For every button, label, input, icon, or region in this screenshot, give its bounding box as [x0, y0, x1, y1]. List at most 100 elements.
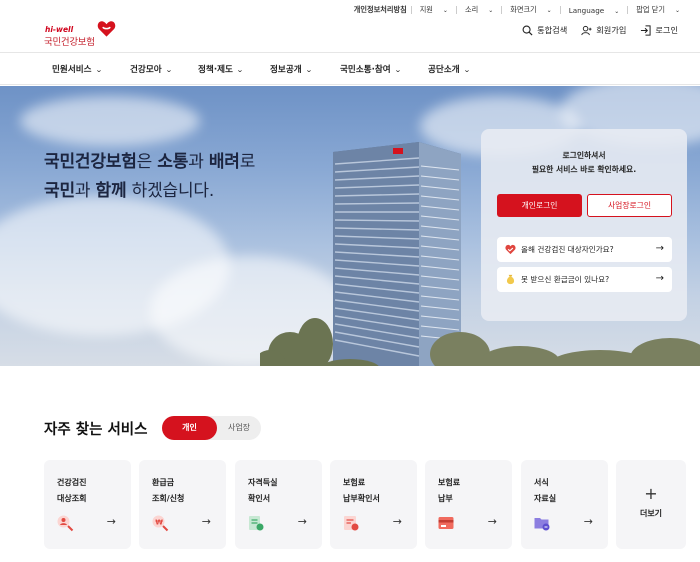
slogan-word: 과: [74, 181, 96, 201]
nav-policy[interactable]: 정책·제도 ⌄: [198, 63, 244, 75]
more-label: 더보기: [639, 509, 663, 518]
personal-login-button[interactable]: 개인로그인: [497, 194, 582, 217]
nav-disclosure[interactable]: 정보공개 ⌄: [270, 63, 312, 75]
sound-menu[interactable]: 소리 ⌄: [457, 5, 501, 15]
frequent-services-title: 자주 찾는 서비스: [44, 422, 148, 438]
service-card-refund[interactable]: 환급금 조회/신청 ₩ →: [139, 460, 226, 549]
service-card-payment[interactable]: 보험료 납부 →: [425, 460, 512, 549]
business-login-button[interactable]: 사업장로그인: [587, 194, 672, 217]
login-message: 로그인하셔서 필요한 서비스 바로 확인하세요.: [481, 149, 687, 177]
search-person-icon: [57, 515, 74, 532]
slogan-word: 함께: [95, 181, 127, 201]
coin-bag-icon: [506, 274, 515, 285]
support-menu[interactable]: 지원 ⌄: [412, 5, 456, 15]
user-add-icon: [581, 25, 592, 35]
privacy-policy-link[interactable]: 개인정보처리방침: [350, 5, 411, 15]
arrow-right-icon: →: [106, 515, 116, 528]
tab-personal[interactable]: 개인: [162, 416, 217, 440]
utility-bar: 개인정보처리방침 지원 ⌄ 소리 ⌄ 화면크기 ⌄ Language ⌄ 팝업 닫기 ⌄: [350, 3, 688, 17]
chevron-down-icon: ⌄: [304, 66, 313, 74]
slogan-line-2: 국민과 함께 하겠습니다.: [44, 177, 255, 206]
slogan-word: 국민건강보험: [44, 152, 137, 172]
slogan-word: 로: [239, 152, 256, 172]
join-label: 회원가입: [596, 25, 627, 35]
login-message-line-2: 필요한 서비스 바로 확인하세요.: [531, 165, 637, 174]
service-audience-toggle: 개인 사업장: [162, 416, 261, 440]
main-navigation: 민원서비스 ⌄ 건강모아 ⌄ 정책·제도 ⌄ 정보공개 ⌄ 국민소통·참여 ⌄ 공단소개 ⌄: [0, 52, 700, 85]
chevron-down-icon: ⌄: [674, 7, 680, 14]
hero-banner: 국민건강보험은 소통과 배려로 국민과 함께 하겠습니다. 로그인하셔서 필요한…: [0, 86, 700, 366]
support-label: 지원: [419, 5, 433, 14]
nhis-logo[interactable]: hi-well 국민건강보험: [44, 20, 116, 48]
chevron-down-icon: ⌄: [488, 7, 494, 14]
folder-icon: [534, 518, 550, 531]
certificate-icon: [249, 516, 264, 531]
logo-tagline: hi-well: [45, 25, 74, 34]
nav-civil-service[interactable]: 민원서비스 ⌄: [52, 63, 102, 75]
language-menu[interactable]: Language ⌄: [561, 6, 628, 15]
slogan-word: 배려: [208, 152, 240, 172]
font-size-menu[interactable]: 화면크기 ⌄: [502, 5, 559, 15]
slogan-word: 소통: [157, 152, 189, 172]
receipt-icon: [344, 516, 359, 531]
slogan-word: 과: [188, 152, 209, 172]
plus-icon: +: [644, 484, 658, 503]
unified-search-label: 통합검색: [537, 25, 568, 35]
join-button[interactable]: 회원가입: [581, 24, 626, 36]
login-icon: [641, 24, 651, 36]
health-checkup-eligibility-link[interactable]: 올해 건강검진 대상자인가요? →: [497, 237, 672, 262]
slogan-word: 하겠습니다.: [126, 181, 215, 201]
login-button[interactable]: 로그인: [640, 24, 678, 36]
nav-label: 공단소개: [428, 65, 460, 75]
logo-name: 국민건강보험: [44, 37, 95, 48]
service-card-payment-certificate[interactable]: 보험료 납부확인서 →: [330, 460, 417, 549]
arrow-right-icon: →: [655, 243, 664, 254]
chevron-down-icon: ⌄: [236, 66, 244, 74]
popup-close-button[interactable]: 팝업 닫기 ⌄: [628, 5, 688, 15]
arrow-right-icon: →: [392, 515, 402, 528]
service-card-label: 환급금 조회/신청: [152, 478, 185, 503]
hero-slogan: 국민건강보험은 소통과 배려로 국민과 함께 하겠습니다.: [44, 148, 255, 206]
heart-logo-icon: [97, 21, 116, 37]
service-card-label: 보험료 납부확인서: [343, 478, 380, 503]
svg-text:₩: ₩: [155, 519, 163, 527]
chevron-down-icon: ⌄: [462, 66, 471, 74]
login-label: 로그인: [655, 25, 678, 35]
arrow-right-icon: →: [487, 515, 497, 528]
service-card-qualification[interactable]: 자격득실 확인서 →: [235, 460, 322, 549]
nav-label: 정보공개: [270, 65, 302, 75]
service-card-label: 건강검진 대상조회: [57, 478, 87, 503]
refund-search-icon: ₩: [152, 515, 169, 532]
nav-about[interactable]: 공단소개 ⌄: [428, 63, 470, 75]
arrow-right-icon: →: [201, 515, 211, 528]
service-card-label: 보험료 납부: [438, 478, 461, 503]
heart-check-icon: [505, 244, 516, 255]
service-card-label: 자격득실 확인서: [248, 478, 278, 503]
slogan-word: 국민: [44, 181, 75, 201]
payment-icon: [438, 517, 454, 529]
header-actions: 통합검색 회원가입 로그인: [522, 24, 678, 36]
nav-participation[interactable]: 국민소통·참여 ⌄: [340, 63, 401, 75]
tab-business[interactable]: 사업장: [217, 416, 261, 440]
nav-label: 정책·제도: [198, 65, 233, 75]
login-message-line-1: 로그인하셔서: [562, 151, 606, 160]
chevron-down-icon: ⌄: [164, 66, 173, 74]
sound-label: 소리: [464, 5, 479, 14]
nav-label: 건강모아: [130, 65, 162, 75]
popup-close-label: 팝업 닫기: [636, 5, 665, 14]
chevron-down-icon: ⌄: [614, 7, 620, 15]
search-icon: [522, 25, 533, 36]
language-label: Language: [568, 5, 605, 15]
arrow-right-icon: →: [297, 515, 307, 528]
quick-link-label: 못 받으신 환급금이 있나요?: [521, 275, 610, 284]
service-card-checkup[interactable]: 건강검진 대상조회 →: [44, 460, 131, 549]
nav-health-moa[interactable]: 건강모아 ⌄: [130, 63, 172, 75]
more-services-button[interactable]: + 더보기: [616, 460, 686, 549]
service-card-forms[interactable]: 서식 자료실 →: [521, 460, 608, 549]
chevron-down-icon: ⌄: [442, 7, 448, 14]
trees-image: [260, 318, 379, 366]
chevron-down-icon: ⌄: [546, 7, 552, 14]
unified-search-button[interactable]: 통합검색: [522, 24, 567, 36]
refund-check-link[interactable]: 못 받으신 환급금이 있나요? →: [497, 267, 672, 292]
arrow-right-icon: →: [583, 515, 593, 528]
